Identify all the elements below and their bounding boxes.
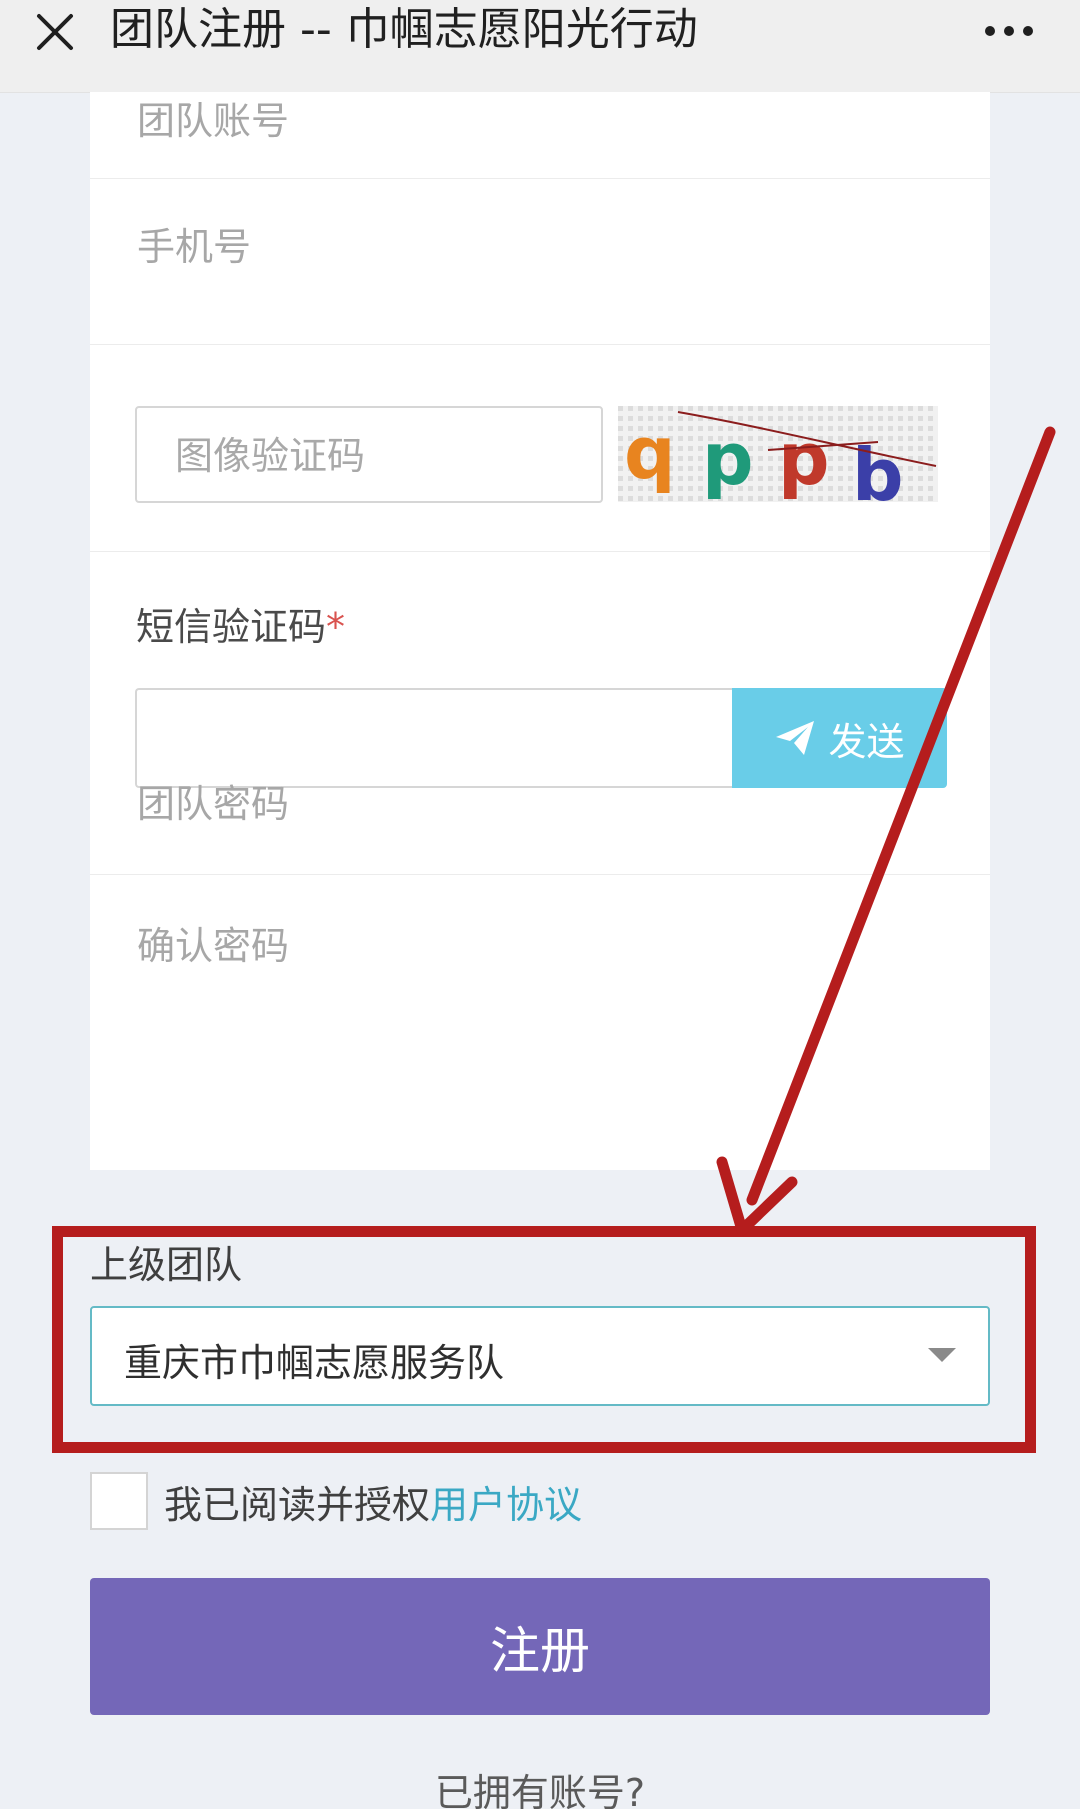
page-title: 团队注册 -- 巾帼志愿阳光行动 bbox=[110, 4, 698, 55]
sms-code-label-text: 短信验证码 bbox=[136, 605, 327, 649]
image-captcha-input[interactable] bbox=[173, 432, 577, 480]
password-row bbox=[90, 730, 990, 875]
register-button[interactable]: 注册 bbox=[90, 1578, 990, 1715]
parent-team-selected: 重庆市巾帼志愿服务队 bbox=[124, 1341, 505, 1385]
image-captcha-field bbox=[135, 406, 603, 503]
parent-team-select[interactable]: 重庆市巾帼志愿服务队 bbox=[90, 1306, 990, 1406]
agreement-text: 我已阅读并授权用户协议 bbox=[164, 1474, 582, 1529]
team-password-input[interactable] bbox=[135, 778, 599, 830]
registration-page: 团队注册 -- 巾帼志愿阳光行动 团队账号 手机号 图像验证码 q p p b … bbox=[0, 0, 1080, 1809]
phone-input[interactable] bbox=[135, 218, 599, 276]
close-button[interactable] bbox=[24, 2, 86, 62]
parent-team-label: 上级团队 bbox=[90, 1243, 243, 1287]
confirm-password-input[interactable] bbox=[135, 920, 599, 972]
more-options-button[interactable] bbox=[974, 4, 1044, 58]
more-dots-icon bbox=[985, 26, 1033, 36]
captcha-char: p bbox=[778, 417, 830, 501]
dropdown-caret-icon bbox=[928, 1348, 956, 1362]
agreement-label: 我已阅读并授权 bbox=[164, 1483, 431, 1527]
captcha-char: p bbox=[702, 417, 754, 501]
confirm-password-row bbox=[90, 874, 990, 1018]
agreement-checkbox[interactable] bbox=[90, 1472, 148, 1530]
captcha-image[interactable]: q p p b bbox=[618, 406, 938, 502]
required-mark: * bbox=[326, 605, 346, 649]
sms-code-label: 短信验证码* bbox=[136, 596, 345, 651]
phone-row bbox=[90, 178, 990, 345]
close-icon bbox=[37, 14, 73, 50]
user-agreement-link[interactable]: 用户协议 bbox=[430, 1483, 582, 1527]
registration-form-card: q p p b 短信验证码* 发送 bbox=[90, 92, 990, 1170]
captcha-char: q bbox=[624, 411, 676, 495]
team-account-row bbox=[90, 52, 990, 179]
existing-account-link[interactable]: 已拥有账号? bbox=[0, 1762, 1080, 1809]
team-account-input[interactable] bbox=[135, 102, 599, 140]
